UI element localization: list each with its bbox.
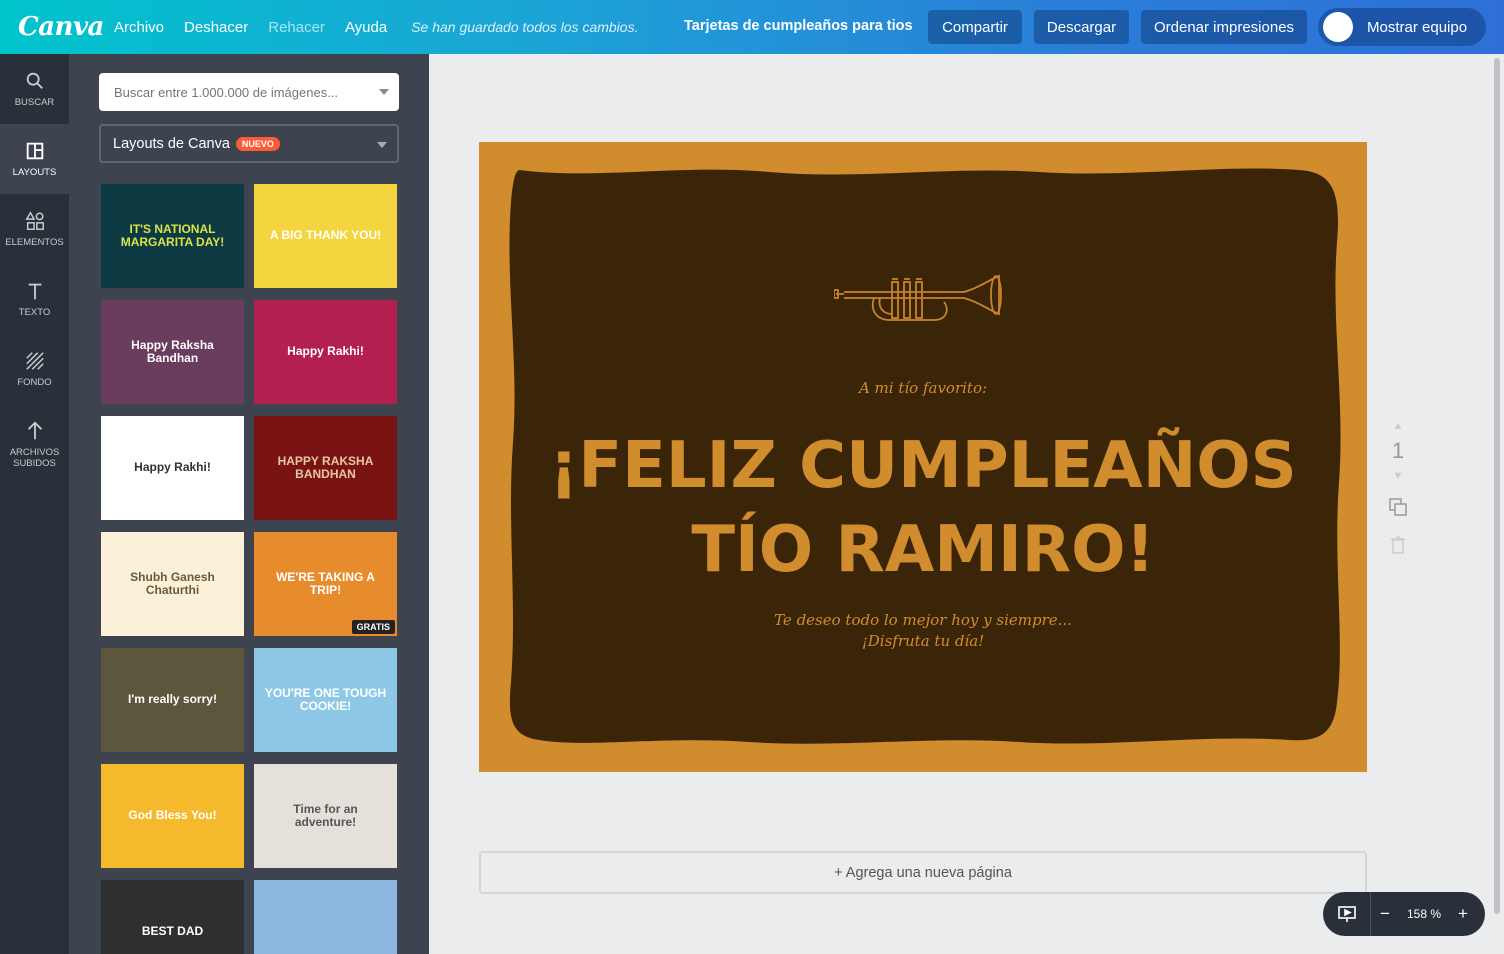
thumbnail-text: God Bless You! [128, 808, 217, 823]
sidebar-item-label: BUSCAR [14, 97, 55, 108]
text-icon [28, 283, 41, 300]
duplicate-page-icon[interactable] [1387, 496, 1409, 518]
layout-thumbnail[interactable]: I'm really sorry! [101, 648, 244, 752]
sidebar-item-label: TEXTO [18, 307, 51, 318]
chevron-down-icon[interactable] [379, 89, 389, 95]
chevron-down-icon[interactable]: ▼ [1384, 470, 1412, 482]
shapes-icon [24, 211, 44, 230]
thumbnail-text: Happy Rakhi! [134, 460, 211, 475]
layout-thumbnail[interactable]: IT'S NATIONAL MARGARITA DAY! [101, 184, 244, 288]
menu-archivo[interactable]: Archivo [110, 19, 168, 36]
background-icon [25, 352, 44, 370]
trumpet-icon [834, 274, 1002, 321]
share-button[interactable]: Compartir [928, 10, 1022, 44]
search-icon [26, 72, 43, 89]
sidebar-item-uploads[interactable]: ARCHIVOS SUBIDOS [0, 404, 69, 484]
headline-line-2: TÍO RAMIRO! [691, 513, 1155, 587]
layout-thumbnail[interactable]: HAPPY RAKSHA BANDHAN [254, 416, 397, 520]
upload-icon [27, 420, 42, 439]
thumbnail-text: Shubh Ganesh Chaturthi [130, 569, 215, 597]
thumbnail-text: HAPPY RAKSHA BANDHAN [277, 453, 374, 481]
document-title[interactable]: Tarjetas de cumpleaños para tios [684, 18, 913, 34]
card-wish-text[interactable]: Te deseo todo lo mejor hoy y siempre... … [479, 610, 1367, 652]
sidebar-item-label: ARCHIVOS SUBIDOS [9, 446, 60, 469]
layout-thumbnail[interactable]: A BIG THANK YOU! [254, 184, 397, 288]
layout-thumbnail[interactable]: Happy Rakhi! [254, 300, 397, 404]
layout-thumbnail[interactable]: Shubh Ganesh Chaturthi [101, 532, 244, 636]
show-team-button[interactable]: Mostrar equipo [1318, 8, 1486, 46]
design-card[interactable]: A mi tío favorito: ¡FELIZ CUMPLEAÑOS TÍO… [479, 142, 1367, 772]
show-team-label: Mostrar equipo [1367, 18, 1468, 36]
zoom-out-button[interactable]: − [1371, 904, 1399, 924]
free-badge: GRATIS [351, 620, 395, 634]
headline-line-1: ¡FELIZ CUMPLEAÑOS [549, 429, 1297, 503]
thumbnail-text: I'm really sorry! [128, 692, 217, 707]
thumbnail-text: A BIG THANK YOU! [269, 228, 382, 243]
layout-thumbnail[interactable]: God Bless You! [101, 764, 244, 868]
sidebar-item-label: LAYOUTS [12, 167, 57, 178]
present-button[interactable] [1323, 892, 1371, 936]
layout-thumbnail[interactable]: BEST DAD [101, 880, 244, 954]
layouts-panel: Layouts de Canva NUEVO IT'S NATIONAL MAR… [69, 54, 429, 954]
image-search [99, 73, 399, 111]
order-prints-button[interactable]: Ordenar impresiones [1141, 10, 1307, 44]
thumbnail-text: Happy Raksha Bandhan [131, 337, 214, 365]
avatar [1323, 12, 1353, 42]
wish-line-2: ¡Disfruta tu día! [861, 632, 985, 650]
layout-icon [26, 142, 43, 160]
top-bar: Canva Archivo Deshacer Rehacer Ayuda Se … [0, 0, 1504, 54]
card-headline[interactable]: ¡FELIZ CUMPLEAÑOS TÍO RAMIRO! [479, 424, 1367, 592]
zoom-control: − 158 % + [1323, 892, 1485, 936]
menu-redo[interactable]: Rehacer [264, 19, 329, 36]
sidebar-item-background[interactable]: FONDO [0, 334, 69, 404]
page-number: 1 [1391, 438, 1405, 463]
sidebar-rail: BUSCAR LAYOUTS ELEMENTOS TEXTO FONDO ARC… [0, 54, 69, 954]
chevron-down-icon [377, 142, 387, 148]
zoom-level[interactable]: 158 % [1399, 907, 1449, 921]
canva-logo[interactable]: Canva [18, 12, 104, 42]
layout-thumbnail-grid: IT'S NATIONAL MARGARITA DAY! A BIG THANK … [101, 184, 401, 954]
thumbnail-text: Happy Rakhi! [287, 344, 364, 359]
add-page-button[interactable]: + Agrega una nueva página [479, 851, 1367, 894]
menu-undo[interactable]: Deshacer [180, 19, 252, 36]
wish-line-1: Te deseo todo lo mejor hoy y siempre... [774, 611, 1072, 629]
delete-page-icon[interactable] [1389, 535, 1407, 555]
layout-thumbnail[interactable]: Time for an adventure! [254, 764, 397, 868]
scrollbar[interactable] [1494, 58, 1500, 914]
zoom-in-button[interactable]: + [1449, 904, 1477, 924]
menu-help[interactable]: Ayuda [341, 19, 391, 36]
search-input[interactable] [114, 84, 364, 100]
sidebar-item-layouts[interactable]: LAYOUTS [0, 124, 69, 194]
dropdown-label: Layouts de Canva [113, 135, 230, 152]
page-tools: ▲ 1 ▼ [1384, 420, 1412, 560]
thumbnail-text: IT'S NATIONAL MARGARITA DAY! [120, 221, 225, 249]
layout-thumbnail[interactable] [254, 880, 397, 954]
thumbnail-text: Time for an adventure! [293, 801, 358, 829]
layout-thumbnail[interactable]: WE'RE TAKING A TRIP! GRATIS [254, 532, 397, 636]
save-status: Se han guardado todos los cambios. [411, 19, 639, 35]
layout-thumbnail[interactable]: Happy Raksha Bandhan [101, 300, 244, 404]
layouts-dropdown[interactable]: Layouts de Canva NUEVO [99, 124, 399, 163]
card-subtitle[interactable]: A mi tío favorito: [479, 379, 1367, 397]
sidebar-item-text[interactable]: TEXTO [0, 264, 69, 334]
sidebar-item-search[interactable]: BUSCAR [0, 54, 69, 124]
thumbnail-text: YOU'RE ONE TOUGH COOKIE! [264, 685, 387, 713]
sidebar-item-label: FONDO [17, 377, 52, 388]
new-badge: NUEVO [235, 136, 280, 151]
download-button[interactable]: Descargar [1034, 10, 1129, 44]
layout-thumbnail[interactable]: Happy Rakhi! [101, 416, 244, 520]
sidebar-item-label: ELEMENTOS [5, 237, 64, 248]
thumbnail-text: BEST DAD [141, 924, 204, 939]
sidebar-item-elements[interactable]: ELEMENTOS [0, 194, 69, 264]
present-icon [1337, 906, 1356, 922]
layout-thumbnail[interactable]: YOU'RE ONE TOUGH COOKIE! [254, 648, 397, 752]
chevron-up-icon[interactable]: ▲ [1384, 420, 1412, 432]
thumbnail-text: WE'RE TAKING A TRIP! [276, 569, 375, 597]
